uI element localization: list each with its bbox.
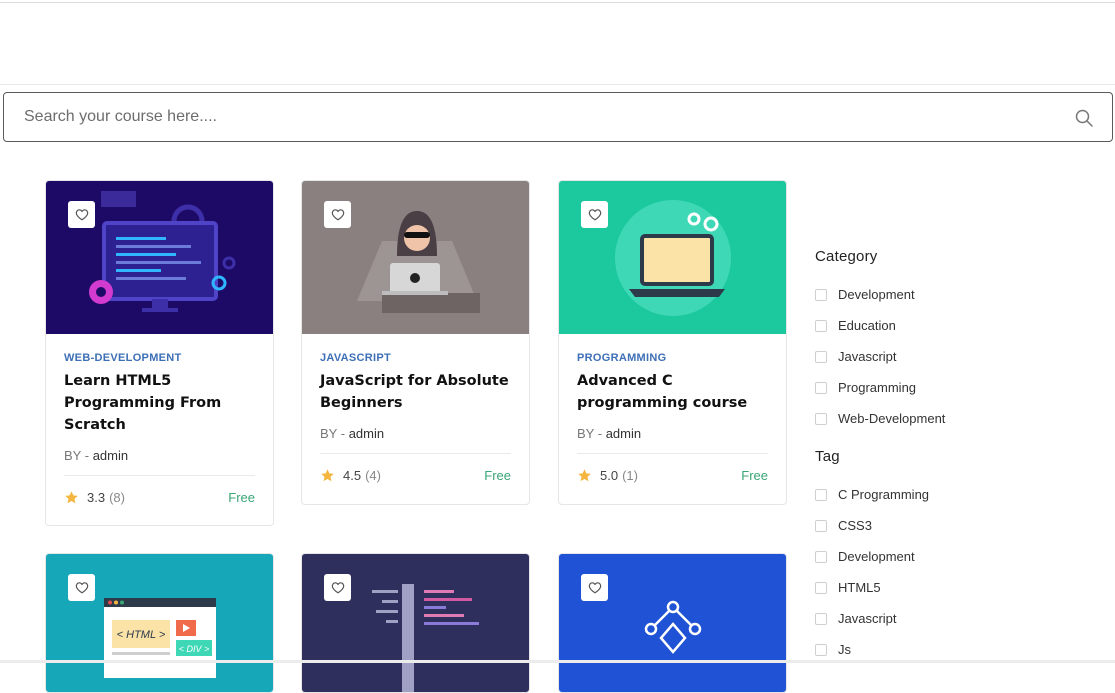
category-option[interactable]: Education [815,310,1105,341]
course-price: Free [228,490,255,505]
author-link[interactable]: admin [93,448,128,463]
tag-filter-title: Tag [815,448,840,465]
course-thumbnail[interactable]: < HTML > < DIV > [46,554,273,692]
checkbox[interactable] [815,581,827,594]
checkbox[interactable] [815,612,827,625]
tag-option[interactable]: CSS3 [815,510,1105,541]
filter-sidebar: Category Development Education Javascrip… [815,248,1105,665]
star-icon [321,469,334,482]
heart-outline-icon [75,209,88,221]
course-title[interactable]: Advanced C programming course [577,370,768,414]
course-rating: 4.5 (4) [320,468,381,483]
course-author: BY - admin [64,448,129,463]
checkbox[interactable] [815,643,827,656]
heart-outline-icon [588,582,601,594]
html-tag-label: < HTML > [117,629,166,641]
author-link[interactable]: admin [606,426,641,441]
wishlist-button[interactable] [581,201,608,228]
checkbox[interactable] [815,381,827,394]
checkbox[interactable] [815,412,827,425]
course-title[interactable]: JavaScript for Absolute Beginners [320,370,511,414]
course-card[interactable] [301,553,530,693]
category-option[interactable]: Development [815,279,1105,310]
course-thumbnail[interactable] [46,181,273,334]
course-thumbnail[interactable] [302,554,529,692]
heart-outline-icon [588,209,601,221]
wishlist-button[interactable] [324,201,351,228]
course-card[interactable]: WEB-DEVELOPMENT Learn HTML5 Programming … [45,180,274,526]
course-card[interactable] [558,553,787,693]
course-author: BY - admin [577,426,642,441]
course-category[interactable]: WEB-DEVELOPMENT [64,352,255,364]
search-input[interactable] [4,93,1044,141]
checkbox[interactable] [815,350,827,363]
course-author: BY - admin [320,426,385,441]
course-thumbnail[interactable] [302,181,529,334]
course-price: Free [741,468,768,483]
checkbox[interactable] [815,319,827,332]
category-filter-list: Development Education Javascript Program… [815,279,1105,434]
wishlist-button[interactable] [581,574,608,601]
checkbox[interactable] [815,550,827,563]
tag-option[interactable]: Javascript [815,603,1105,634]
checkbox[interactable] [815,519,827,532]
tag-option[interactable]: Development [815,541,1105,572]
course-price: Free [484,468,511,483]
course-category[interactable]: PROGRAMMING [577,352,768,364]
search-icon[interactable] [1074,108,1094,128]
tag-option[interactable]: HTML5 [815,572,1105,603]
course-rating: 3.3 (8) [64,490,125,505]
category-option[interactable]: Web-Development [815,403,1105,434]
course-category[interactable]: JAVASCRIPT [320,352,511,364]
category-option[interactable]: Programming [815,372,1105,403]
category-filter-title: Category [815,248,878,265]
star-icon [578,469,591,482]
course-thumbnail[interactable] [559,554,786,692]
div-tag-label: < DIV > [179,644,210,654]
course-card[interactable]: PROGRAMMING Advanced C programming cours… [558,180,787,505]
course-footer: 3.3 (8) Free [64,475,255,519]
checkbox[interactable] [815,488,827,501]
course-thumbnail[interactable] [559,181,786,334]
heart-outline-icon [331,209,344,221]
wishlist-button[interactable] [68,574,95,601]
course-search-bar[interactable] [3,92,1113,142]
wishlist-button[interactable] [68,201,95,228]
heart-outline-icon [331,582,344,594]
author-link[interactable]: admin [349,426,384,441]
category-option[interactable]: Javascript [815,341,1105,372]
star-icon [65,491,78,504]
course-card[interactable]: < HTML > < DIV > [45,553,274,693]
header-area [0,3,1115,85]
tag-filter-list: C Programming CSS3 Development HTML5 Jav… [815,479,1105,665]
course-footer: 5.0 (1) Free [577,453,768,497]
wishlist-button[interactable] [324,574,351,601]
heart-outline-icon [75,582,88,594]
course-title[interactable]: Learn HTML5 Programming From Scratch [64,370,255,436]
course-footer: 4.5 (4) Free [320,453,511,497]
checkbox[interactable] [815,288,827,301]
course-card[interactable]: JAVASCRIPT JavaScript for Absolute Begin… [301,180,530,505]
course-rating: 5.0 (1) [577,468,638,483]
tag-option[interactable]: C Programming [815,479,1105,510]
